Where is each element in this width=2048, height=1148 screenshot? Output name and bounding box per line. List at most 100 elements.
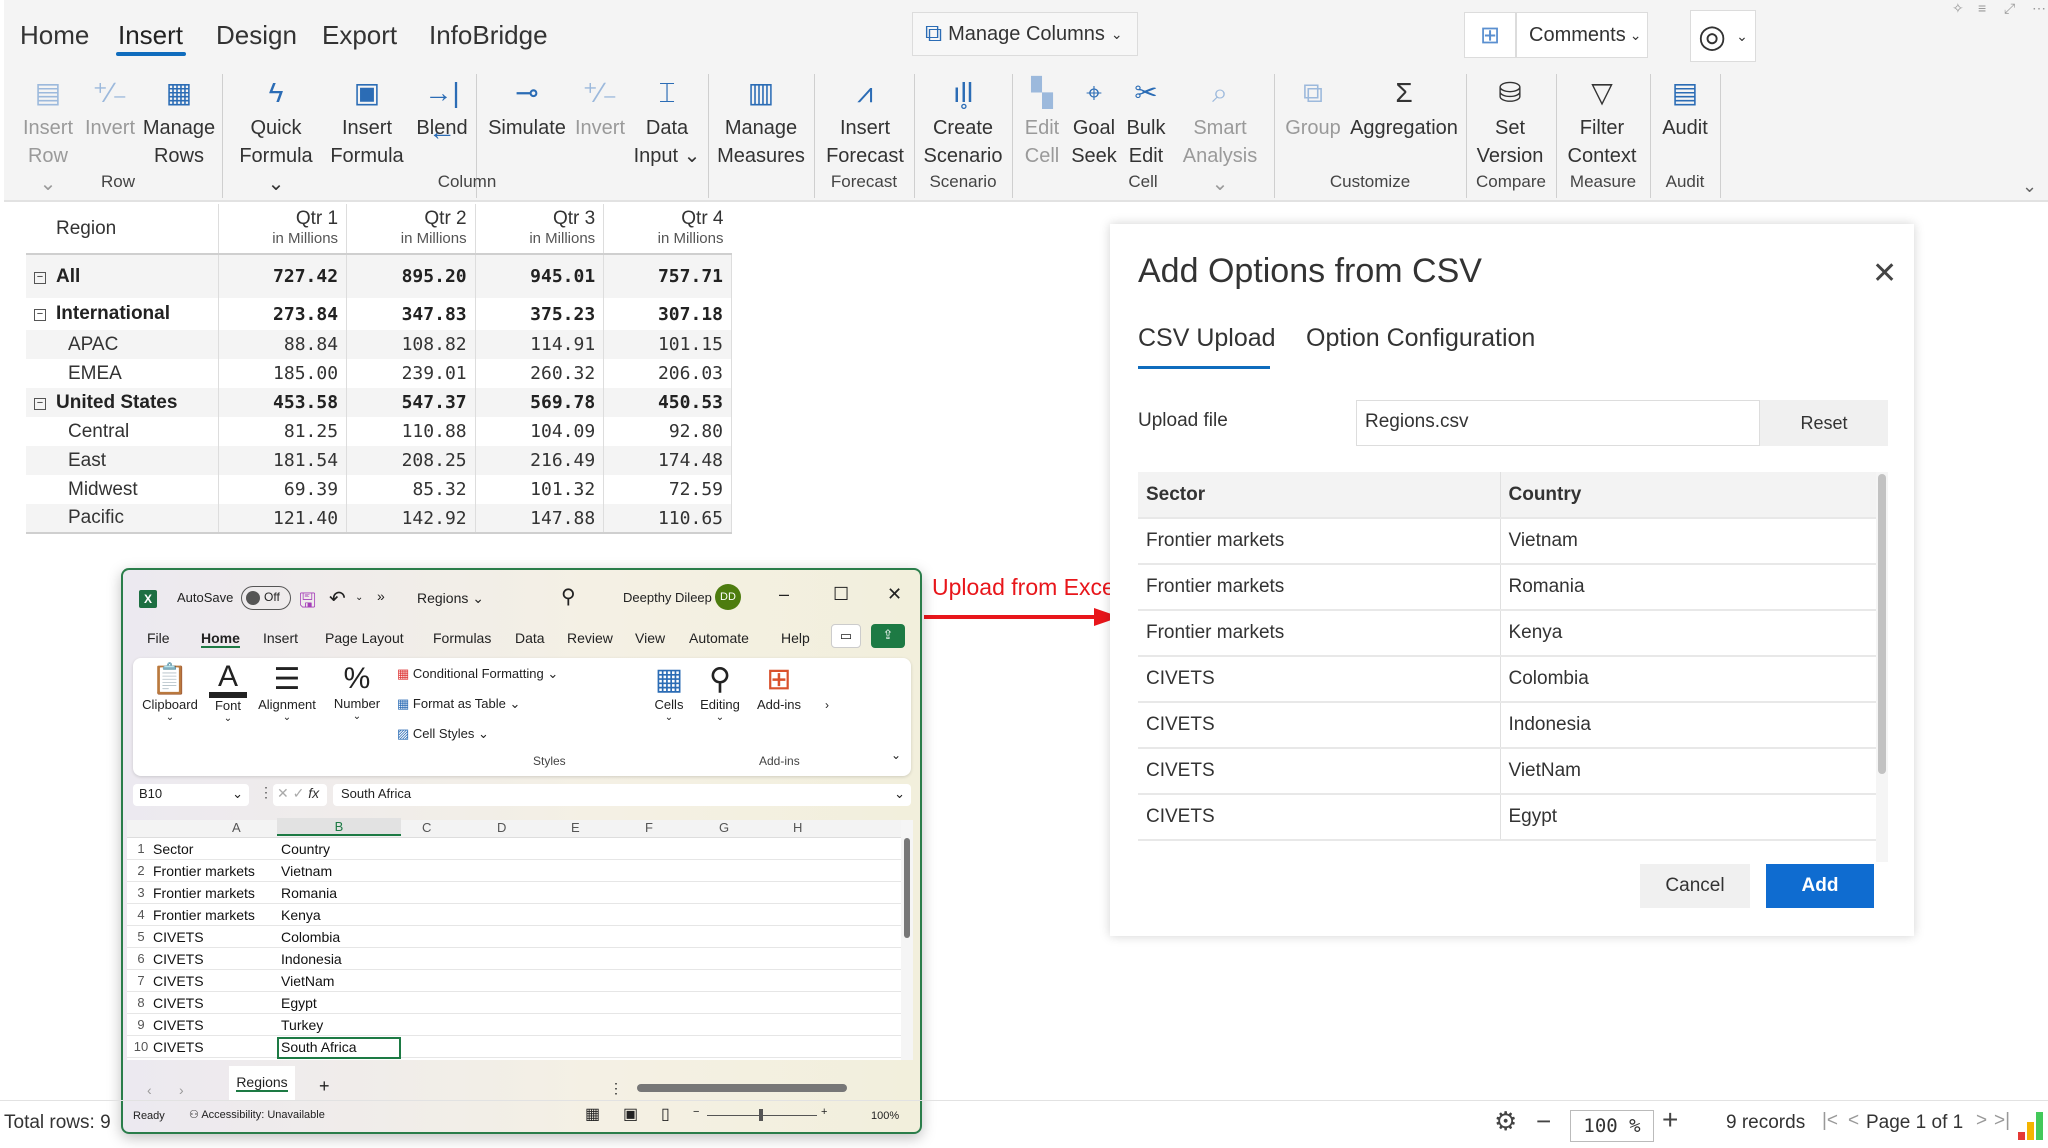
cell[interactable]: 121.40 bbox=[218, 504, 348, 534]
column-header[interactable]: A bbox=[232, 817, 241, 839]
tab-home[interactable]: Home bbox=[20, 20, 89, 51]
insert-formula-button[interactable]: ▣ Insert Formula bbox=[326, 74, 408, 170]
list-item[interactable]: Frontier markets Romania bbox=[1138, 564, 1888, 611]
filename-dropdown[interactable]: Regions ⌄ bbox=[417, 590, 484, 607]
cell[interactable]: 569.78 bbox=[475, 388, 605, 417]
menu-automate[interactable]: Automate bbox=[689, 630, 749, 646]
vertical-scrollbar[interactable] bbox=[901, 820, 913, 1060]
invert-column-button[interactable]: ⁺∕₋ Invert bbox=[572, 74, 628, 142]
minimize-icon[interactable]: – bbox=[779, 584, 789, 605]
cells-button[interactable]: ▦ Cells ⌄ bbox=[649, 662, 689, 723]
cell-b[interactable]: VietNam bbox=[281, 970, 334, 992]
cell[interactable]: 174.48 bbox=[603, 446, 732, 475]
row-number[interactable]: 7 bbox=[131, 970, 151, 992]
page-layout-view-icon[interactable]: ▣ bbox=[623, 1104, 638, 1124]
autosave-toggle[interactable]: Off bbox=[241, 586, 291, 610]
horizontal-scrollbar[interactable] bbox=[623, 1084, 893, 1094]
upload-file-input[interactable]: Regions.csv bbox=[1356, 400, 1760, 446]
cell[interactable]: 375.23 bbox=[475, 298, 605, 330]
cell[interactable]: 92.80 bbox=[603, 417, 732, 446]
slider-thumb[interactable] bbox=[759, 1109, 763, 1121]
simulate-button[interactable]: ⊸ Simulate bbox=[484, 74, 570, 142]
cell-b[interactable]: Vietnam bbox=[281, 860, 332, 882]
cell-a[interactable]: Sector bbox=[153, 838, 193, 860]
next-sheet-icon[interactable]: › bbox=[179, 1082, 184, 1098]
list-item[interactable]: Frontier markets Kenya bbox=[1138, 610, 1888, 657]
cell[interactable]: 72.59 bbox=[603, 475, 732, 504]
close-icon[interactable]: ✕ bbox=[1872, 256, 1897, 291]
column-header[interactable]: G bbox=[719, 817, 729, 839]
cell[interactable]: 110.65 bbox=[603, 504, 732, 534]
add-comment-button[interactable]: ⊞ bbox=[1464, 12, 1516, 58]
cell-a[interactable]: Frontier markets bbox=[153, 904, 255, 926]
edit-cell-button[interactable]: ▚ Edit Cell bbox=[1018, 74, 1066, 170]
more-icon[interactable]: ⋮ bbox=[609, 1080, 623, 1097]
accessibility-status[interactable]: ⚇ Accessibility: Unavailable bbox=[189, 1108, 325, 1121]
table-row[interactable]: Pacific 121.40 142.92 147.88 110.65 bbox=[26, 504, 732, 534]
cell-b[interactable]: Indonesia bbox=[281, 948, 342, 970]
normal-view-icon[interactable]: ▦ bbox=[585, 1104, 600, 1124]
collapse-ribbon-icon[interactable]: ⌄ bbox=[2022, 176, 2037, 197]
table-row[interactable]: − All 727.42 895.20 945.01 757.71 bbox=[26, 254, 732, 298]
cancel-icon[interactable]: ✕ bbox=[277, 785, 289, 801]
table-row[interactable]: − United States 453.58 547.37 569.78 450.53 bbox=[26, 388, 732, 417]
format-as-table-button[interactable]: ▦ Format as Table ⌄ bbox=[397, 696, 520, 712]
undo-icon[interactable]: ↶ bbox=[329, 586, 346, 611]
cell[interactable]: 181.54 bbox=[218, 446, 348, 475]
more-icon[interactable]: ⋮ bbox=[259, 784, 273, 801]
cell[interactable]: 260.32 bbox=[475, 359, 605, 388]
audit-button[interactable]: ▤ Audit bbox=[1656, 74, 1714, 142]
zoom-input[interactable]: 100 % bbox=[1570, 1110, 1654, 1142]
cancel-button[interactable]: Cancel bbox=[1640, 864, 1750, 908]
save-icon[interactable]: 🖫 bbox=[299, 586, 316, 620]
manage-rows-button[interactable]: ▦ Manage Rows bbox=[142, 74, 216, 170]
add-button[interactable]: Add bbox=[1766, 864, 1874, 908]
overflow-icon[interactable]: » bbox=[377, 588, 385, 604]
cell-a[interactable]: Frontier markets bbox=[153, 882, 255, 904]
cell[interactable]: 81.25 bbox=[218, 417, 348, 446]
row-number[interactable]: 6 bbox=[131, 948, 151, 970]
list-item[interactable]: CIVETS Indonesia bbox=[1138, 702, 1888, 749]
menu-page-layout[interactable]: Page Layout bbox=[325, 630, 404, 646]
tab-infobridge[interactable]: InfoBridge bbox=[429, 20, 548, 51]
zoom-in-button[interactable]: + bbox=[1662, 1104, 1678, 1136]
scrollbar-thumb[interactable] bbox=[1878, 474, 1886, 774]
tab-csv-upload[interactable]: CSV Upload bbox=[1138, 324, 1276, 353]
menu-view[interactable]: View bbox=[635, 630, 665, 646]
cell[interactable]: 206.03 bbox=[603, 359, 732, 388]
cell[interactable]: 895.20 bbox=[346, 254, 476, 298]
cell-a[interactable]: CIVETS bbox=[153, 926, 204, 948]
reset-button[interactable]: Reset bbox=[1760, 400, 1888, 446]
cell[interactable]: 307.18 bbox=[603, 298, 732, 330]
cell[interactable]: 208.25 bbox=[346, 446, 476, 475]
list-item[interactable]: CIVETS Colombia bbox=[1138, 656, 1888, 703]
conditional-formatting-button[interactable]: ▦ Conditional Formatting ⌄ bbox=[397, 666, 558, 682]
add-sheet-icon[interactable]: + bbox=[319, 1076, 330, 1097]
cell-a[interactable]: CIVETS bbox=[153, 1036, 204, 1058]
sheet-tab-regions[interactable]: Regions bbox=[229, 1066, 295, 1100]
menu-formulas[interactable]: Formulas bbox=[433, 630, 491, 646]
table-row[interactable]: APAC 88.84 108.82 114.91 101.15 bbox=[26, 330, 732, 359]
manage-columns-button[interactable]: ⧉ Manage Columns ⌄ bbox=[912, 12, 1138, 56]
tab-export[interactable]: Export bbox=[322, 20, 397, 51]
column-header[interactable]: D bbox=[497, 817, 506, 839]
prev-page-icon[interactable]: < bbox=[1848, 1110, 1859, 1132]
menu-help[interactable]: Help bbox=[781, 630, 810, 646]
cell-a[interactable]: CIVETS bbox=[153, 1014, 204, 1036]
cell-b[interactable]: Turkey bbox=[281, 1014, 323, 1036]
formula-input[interactable]: South Africa ⌄ bbox=[333, 784, 911, 806]
column-header[interactable]: Qtr 2 in Millions bbox=[346, 204, 476, 255]
row-number[interactable]: 10 bbox=[131, 1036, 151, 1058]
cell[interactable]: 114.91 bbox=[475, 330, 605, 359]
row-number[interactable]: 9 bbox=[131, 1014, 151, 1036]
bulk-edit-button[interactable]: ✂ Bulk Edit bbox=[1122, 74, 1170, 170]
row-number[interactable]: 8 bbox=[131, 992, 151, 1014]
cell-b[interactable]: Kenya bbox=[281, 904, 321, 926]
filter-icon[interactable]: ≡ bbox=[1978, 0, 1986, 16]
cell[interactable]: 104.09 bbox=[475, 417, 605, 446]
more-icon[interactable]: ⋯ bbox=[2032, 0, 2046, 17]
table-row[interactable]: Central 81.25 110.88 104.09 92.80 bbox=[26, 417, 732, 446]
column-header[interactable]: Qtr 1 in Millions bbox=[218, 204, 348, 255]
menu-file[interactable]: File bbox=[147, 630, 170, 646]
share-icon[interactable]: ⇪ bbox=[871, 624, 905, 648]
